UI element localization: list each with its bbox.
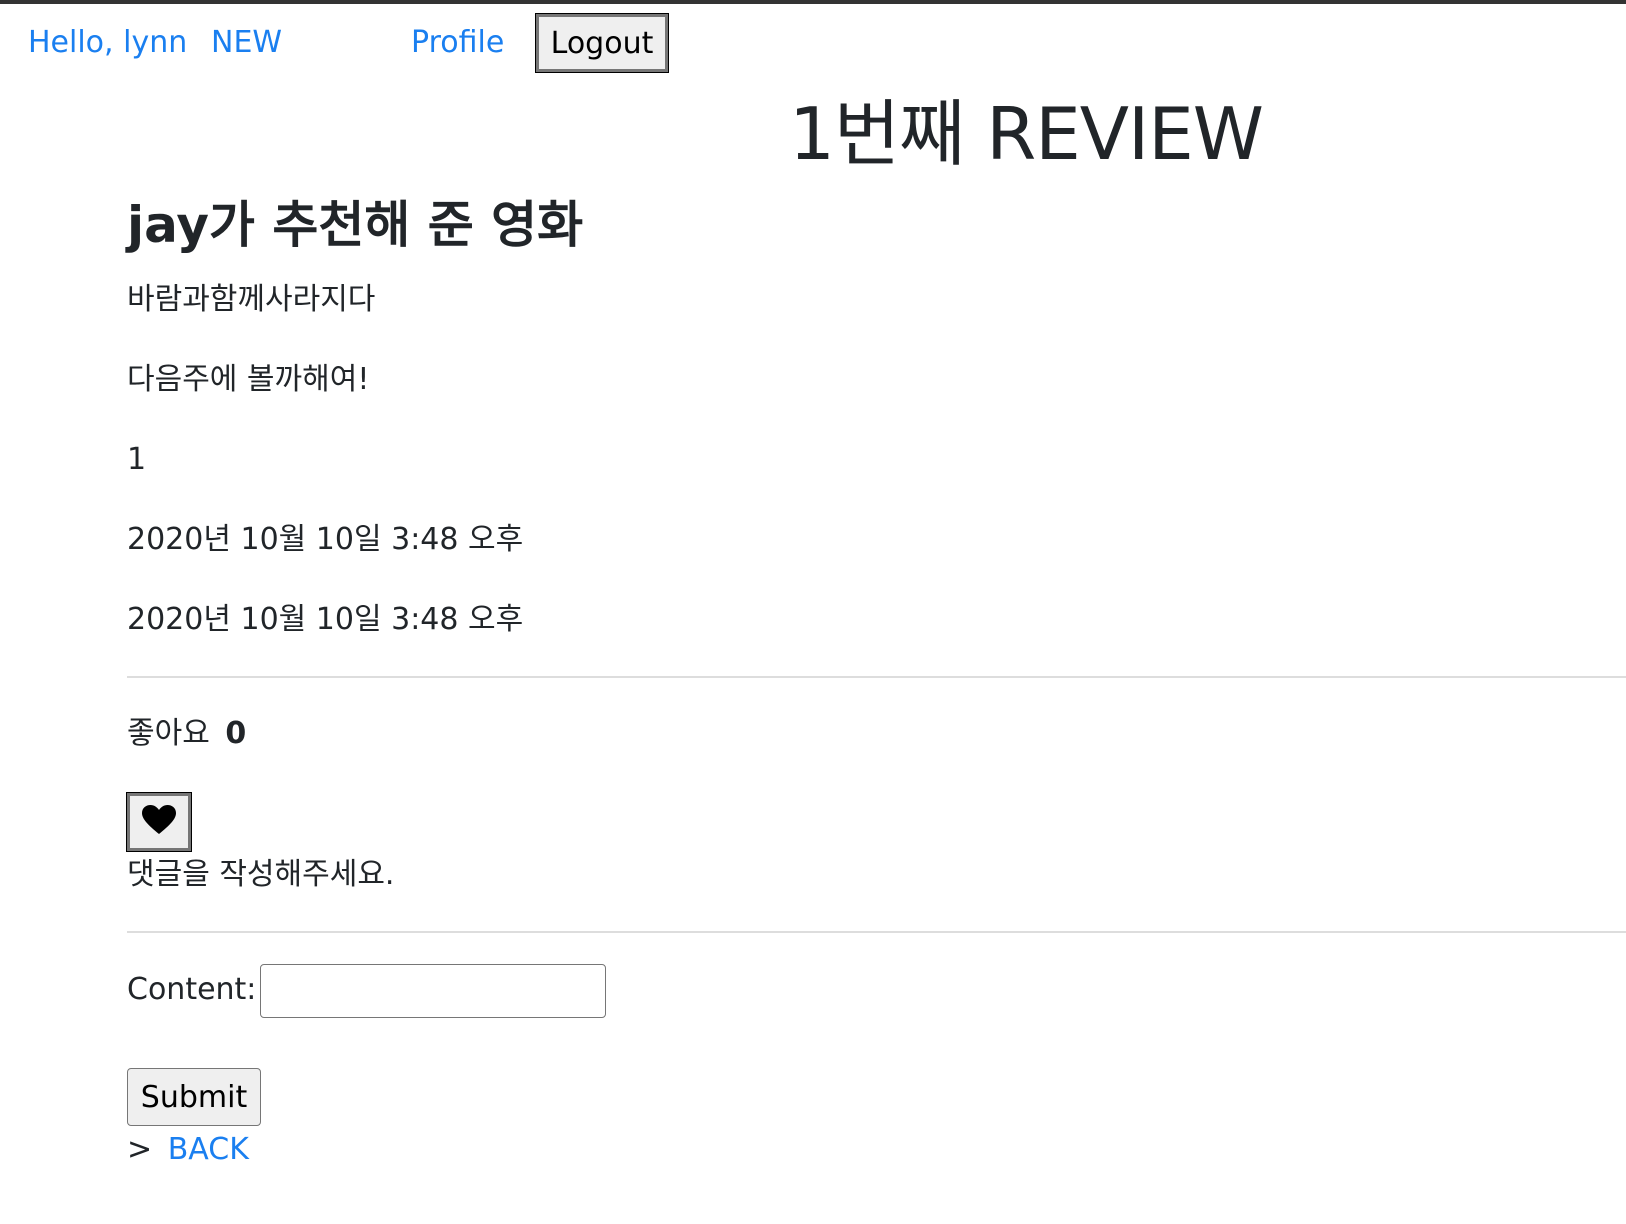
nav-profile-link[interactable]: Profile [411, 26, 504, 60]
review-rank: 1 [127, 442, 147, 477]
review-content: 다음주에 볼까해여! [127, 362, 370, 397]
review-movie-title: 바람과함께사라지다 [127, 282, 376, 317]
top-nav: Hello, lynn NEW Profile Logout [0, 13, 1626, 73]
divider [127, 931, 1626, 933]
like-count: 0 [225, 716, 247, 751]
content-input[interactable] [260, 964, 606, 1018]
divider [127, 676, 1626, 678]
nav-new-link[interactable]: NEW [211, 26, 282, 60]
top-border [0, 0, 1626, 4]
like-summary: 좋아요 0 [127, 714, 246, 754]
review-created-at: 2020년 10월 10일 3:48 오후 [127, 522, 524, 557]
back-prefix: > [127, 1132, 153, 1167]
logout-button[interactable]: Logout [535, 13, 669, 73]
like-button[interactable] [126, 792, 192, 852]
review-detail: jay가 추천해 준 영화 바람과함께사라지다 다음주에 볼까해여! 1 202… [126, 190, 1626, 1167]
review-title: jay가 추천해 준 영화 [127, 196, 584, 254]
back-row: > BACK [127, 1130, 249, 1170]
back-link[interactable]: BACK [168, 1132, 249, 1167]
review-updated-at: 2020년 10월 10일 3:48 오후 [127, 602, 524, 637]
heart-icon [142, 805, 176, 839]
nav-hello-link[interactable]: Hello, lynn [28, 26, 187, 60]
content-label: Content: [127, 972, 257, 1007]
like-label: 좋아요 [127, 716, 210, 751]
submit-button[interactable]: Submit [127, 1068, 261, 1126]
page-title: 1번째 REVIEW [789, 92, 1264, 176]
comment-empty-message: 댓글을 작성해주세요. [127, 857, 395, 892]
